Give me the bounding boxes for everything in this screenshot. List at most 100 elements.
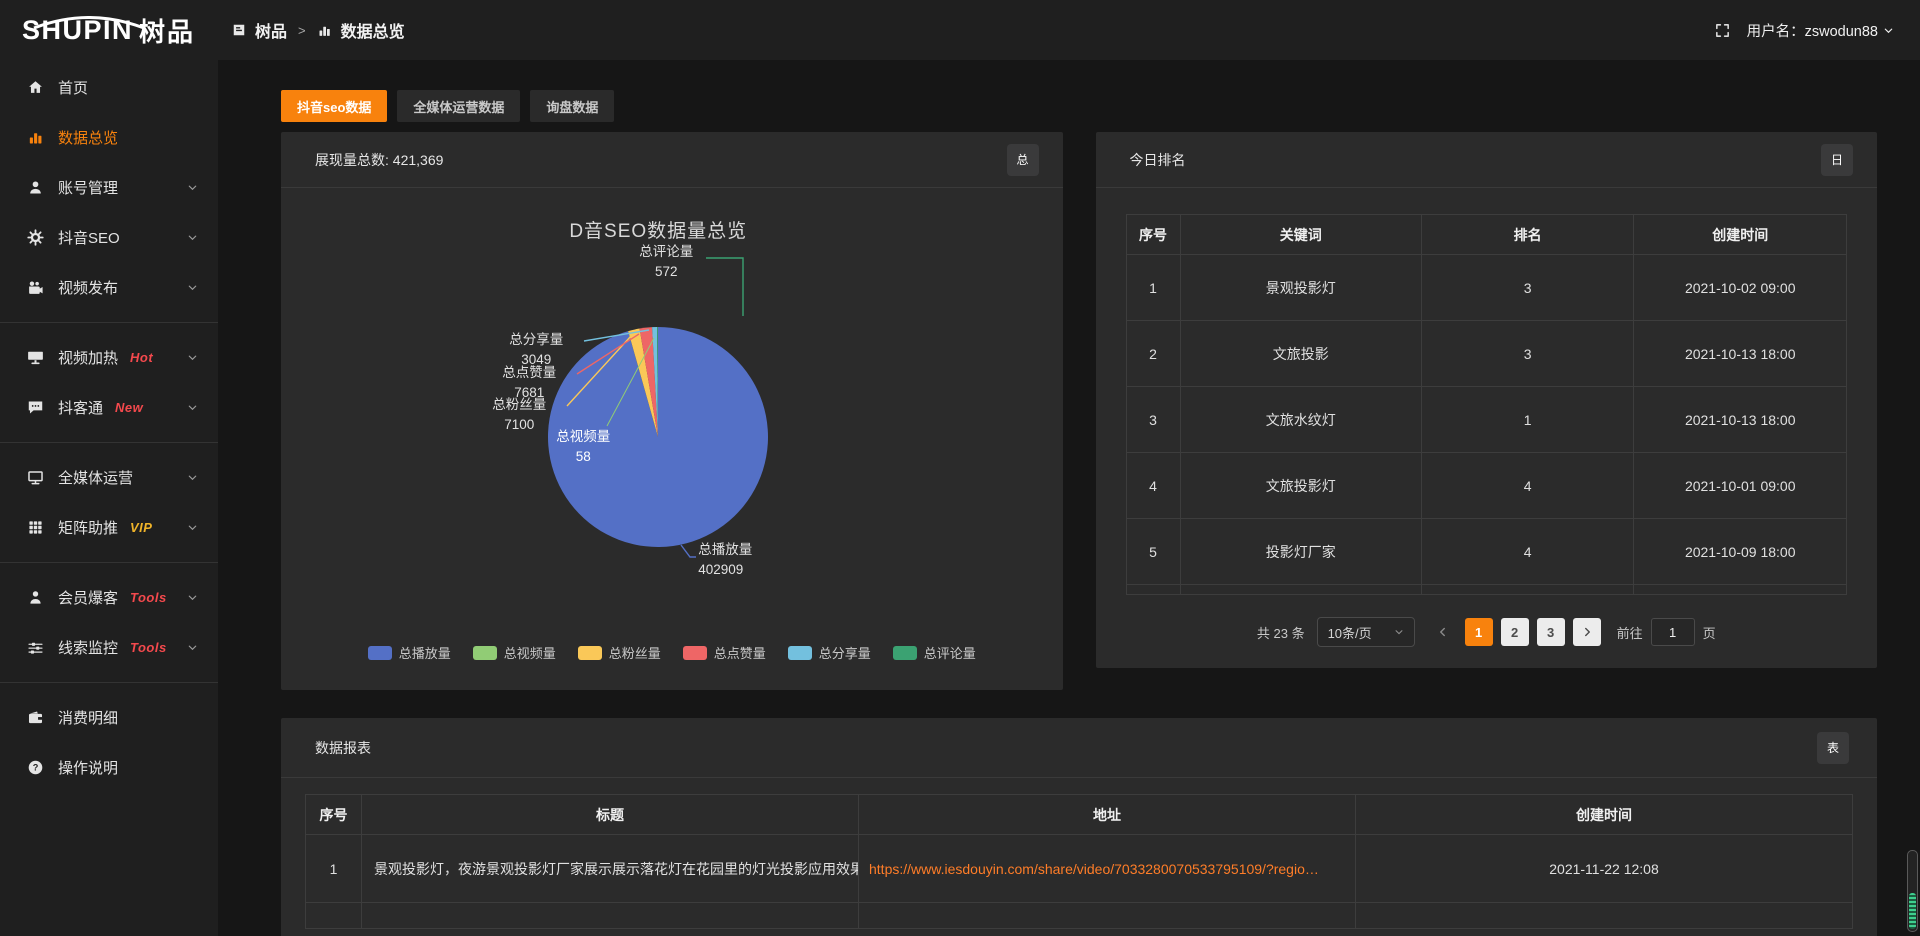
goto-label: 前往	[1617, 623, 1643, 642]
empty-row	[1126, 585, 1847, 595]
sidebar-item-4[interactable]: 抖音SEO	[0, 212, 218, 262]
chevron-down-icon	[1394, 627, 1404, 637]
sidebar-item-9[interactable]: 矩阵助推VIP	[0, 502, 218, 552]
page-square-icon	[232, 23, 246, 37]
scrollbar-thumb[interactable]	[1909, 893, 1916, 929]
prev-page-button[interactable]	[1429, 618, 1457, 646]
sidebar-item-2[interactable]: 数据总览	[0, 112, 218, 162]
table-cell: 2021-10-13 18:00	[1634, 387, 1847, 453]
table-cell: 投影灯厂家	[1180, 519, 1421, 585]
table-cell: 3	[1126, 387, 1180, 453]
scrollbar[interactable]	[1907, 850, 1918, 932]
legend-item-总分享量[interactable]: 总分享量	[788, 643, 871, 662]
goto-page-input[interactable]: 1	[1651, 618, 1695, 646]
column-header: 排名	[1421, 215, 1634, 255]
pie-leader-line	[681, 545, 696, 557]
sidebar-item-3[interactable]: 账号管理	[0, 162, 218, 212]
table-cell: 2021-10-01 09:00	[1634, 453, 1847, 519]
daily-view-button[interactable]: 日	[1821, 144, 1853, 176]
sidebar-item-label: 矩阵助推	[58, 517, 118, 538]
column-header: 序号	[1126, 215, 1180, 255]
table-cell: 3	[1421, 321, 1634, 387]
sidebar-item-1[interactable]: 首页	[0, 62, 218, 112]
sidebar-item-label: 视频发布	[58, 277, 118, 298]
sidebar-item-badge: Tools	[130, 640, 167, 655]
table-view-button[interactable]: 表	[1817, 732, 1849, 764]
home-icon	[27, 79, 44, 96]
table-row: 3文旅水纹灯12021-10-13 18:00	[1126, 387, 1847, 453]
legend-label: 总评论量	[924, 643, 976, 662]
table-cell: 1	[1421, 387, 1634, 453]
legend-item-总视频量[interactable]: 总视频量	[473, 643, 556, 662]
sidebar-item-label: 全媒体运营	[58, 467, 133, 488]
table-cell	[1421, 585, 1634, 595]
tab-2[interactable]: 全媒体运营数据	[397, 90, 520, 122]
tab-3[interactable]: 询盘数据	[530, 90, 614, 122]
sidebar-divider	[0, 682, 218, 683]
table-cell: 1	[1126, 255, 1180, 321]
pie-leader-line	[706, 258, 743, 316]
table-cell: 2021-10-13 18:00	[1634, 321, 1847, 387]
pie-label-value: 572	[626, 262, 706, 282]
column-header: 创建时间	[1634, 215, 1847, 255]
pagination: 共 23 条 10条/页 123 前往 1 页	[1096, 617, 1878, 647]
ranking-table-body: 1景观投影灯32021-10-02 09:002文旅投影32021-10-13 …	[1126, 255, 1847, 595]
chevron-down-icon	[187, 642, 198, 653]
legend-item-总粉丝量[interactable]: 总粉丝量	[578, 643, 661, 662]
breadcrumb-separator: >	[296, 23, 308, 38]
ranking-panel: 今日排名 日 序号关键词排名创建时间 1景观投影灯32021-10-02 09:…	[1096, 132, 1878, 668]
sidebar-item-6[interactable]: 视频加热Hot	[0, 332, 218, 382]
table-cell: 2021-10-02 09:00	[1634, 255, 1847, 321]
chevron-down-icon	[187, 182, 198, 193]
sidebar-item-12[interactable]: 消费明细	[0, 692, 218, 742]
gear-icon	[27, 229, 44, 246]
sidebar-item-label: 会员爆客	[58, 587, 118, 608]
sidebar-item-13[interactable]: ?操作说明	[0, 742, 218, 792]
sidebar-divider	[0, 322, 218, 323]
data-tabs: 抖音seo数据全媒体运营数据询盘数据	[281, 90, 1063, 122]
legend-item-总播放量[interactable]: 总播放量	[368, 643, 451, 662]
table-cell: 4	[1421, 519, 1634, 585]
sidebar-item-7[interactable]: 抖客通New	[0, 382, 218, 432]
legend-swatch	[893, 646, 917, 660]
total-view-button[interactable]: 总	[1007, 144, 1039, 176]
table-header-row: 序号标题地址创建时间	[306, 795, 1853, 835]
fullscreen-icon[interactable]	[1714, 22, 1731, 39]
pie-label-name: 总评论量	[626, 242, 706, 262]
legend-label: 总分享量	[819, 643, 871, 662]
page-button-3[interactable]: 3	[1537, 618, 1565, 646]
legend-item-总点赞量[interactable]: 总点赞量	[683, 643, 766, 662]
table-cell	[1634, 585, 1847, 595]
breadcrumb-item-current: 数据总览	[341, 18, 405, 42]
breadcrumb-item-home[interactable]: 树品	[255, 18, 287, 42]
tab-1[interactable]: 抖音seo数据	[281, 90, 387, 122]
chevron-down-icon	[1883, 25, 1894, 36]
sidebar-divider	[0, 442, 218, 443]
pie-label-value: 3049	[491, 350, 581, 370]
table-row: 1景观投影灯32021-10-02 09:00	[1126, 255, 1847, 321]
table-row: 1景观投影灯，夜游景观投影灯厂家展示展示落花灯在花园里的灯光投影应用效果 #ht…	[306, 835, 1853, 903]
monitor-icon	[27, 469, 44, 486]
page-button-1[interactable]: 1	[1465, 618, 1493, 646]
legend-swatch	[578, 646, 602, 660]
grid-icon	[27, 519, 44, 536]
column-header: 关键词	[1180, 215, 1421, 255]
chevron-down-icon	[187, 592, 198, 603]
table-cell	[306, 903, 362, 929]
username-label: 用户名：zswodun88	[1747, 20, 1878, 41]
sliders-icon	[27, 639, 44, 656]
link-cell[interactable]: https://www.iesdouyin.com/share/video/70…	[859, 835, 1356, 903]
video-camera-icon	[27, 279, 44, 296]
next-page-button[interactable]	[1573, 618, 1601, 646]
pie-label-name: 总播放量	[698, 540, 808, 560]
legend-item-总评论量[interactable]: 总评论量	[893, 643, 976, 662]
top-bar: SHUPIN 树品 树品 > 数据总览 用户名：zswodun88	[0, 0, 1920, 60]
report-table-head: 序号标题地址创建时间	[306, 795, 1853, 835]
page-button-2[interactable]: 2	[1501, 618, 1529, 646]
sidebar-item-11[interactable]: 线索监控Tools	[0, 622, 218, 672]
sidebar-item-10[interactable]: 会员爆客Tools	[0, 572, 218, 622]
sidebar-item-5[interactable]: 视频发布	[0, 262, 218, 312]
sidebar-item-8[interactable]: 全媒体运营	[0, 452, 218, 502]
user-menu[interactable]: 用户名：zswodun88	[1747, 20, 1894, 41]
page-size-select[interactable]: 10条/页	[1317, 617, 1415, 647]
